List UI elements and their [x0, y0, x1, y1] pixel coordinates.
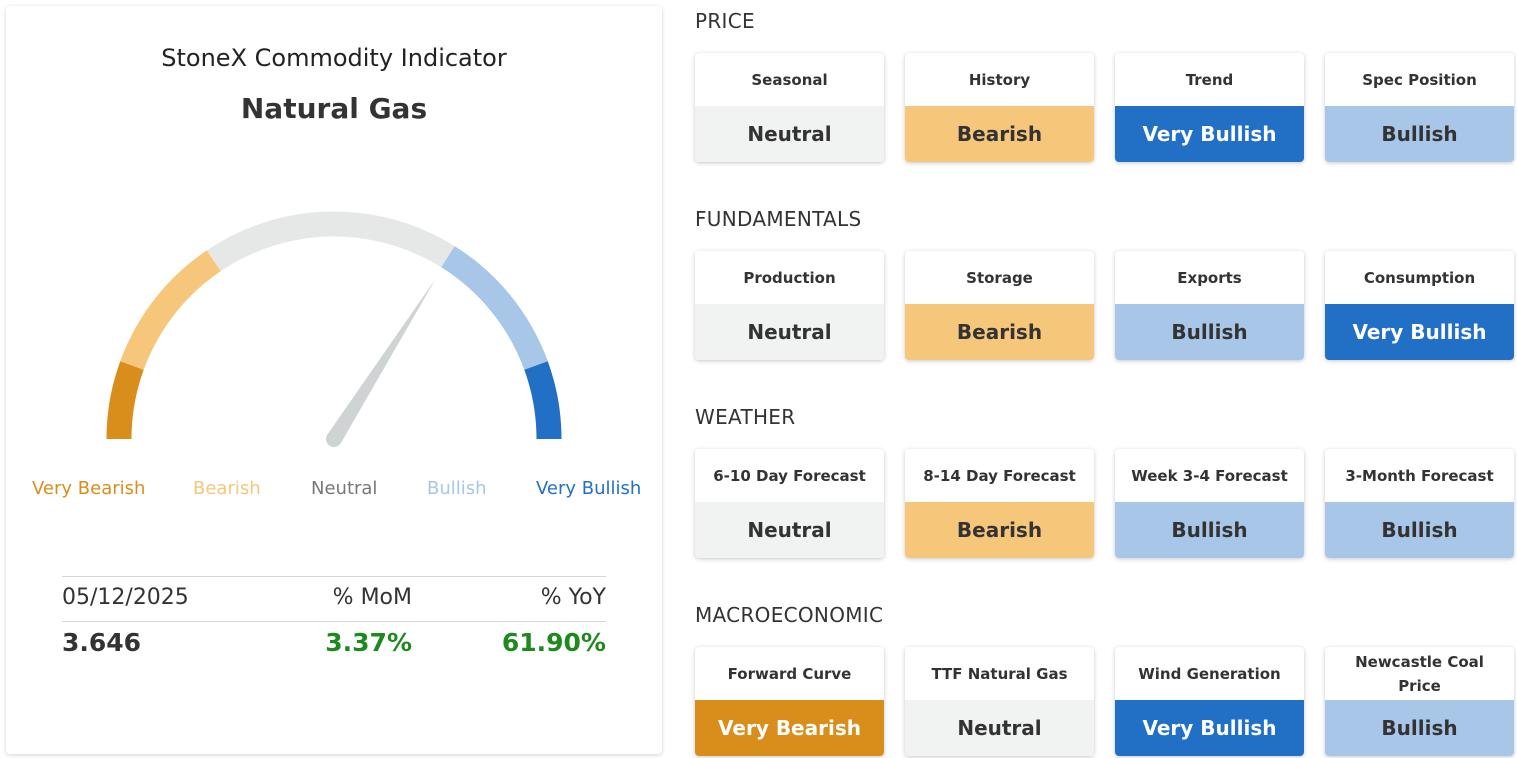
- card-label: Exports: [1177, 268, 1242, 287]
- card-label: Seasonal: [751, 70, 828, 89]
- gauge-arc-very-bearish: [106, 361, 144, 440]
- card-status: Bearish: [905, 502, 1094, 558]
- gauge-needle-hub: [326, 431, 342, 447]
- card-status: Bullish: [1325, 502, 1514, 558]
- stats-yoy-value: 61.90%: [501, 628, 606, 657]
- gauge-label-neutral: Neutral: [311, 478, 378, 499]
- card-status: Bullish: [1325, 700, 1514, 756]
- indicator-card-production[interactable]: Production Neutral: [695, 251, 884, 360]
- price-stats: 05/12/2025 % MoM % YoY 3.646 3.37% 61.90…: [62, 576, 606, 666]
- section-title-macroeconomic: MACROECONOMIC: [695, 603, 884, 627]
- card-label: Forward Curve: [727, 664, 852, 683]
- stats-mom-value: 3.37%: [325, 628, 412, 657]
- card-label: 6-10 Day Forecast: [713, 466, 866, 485]
- card-label: 8-14 Day Forecast: [923, 466, 1076, 485]
- stats-yoy-label: % YoY: [540, 585, 606, 610]
- card-status: Bearish: [905, 304, 1094, 360]
- card-status: Neutral: [695, 106, 884, 162]
- card-status: Very Bullish: [1115, 106, 1304, 162]
- card-label: Newcastle Coal Price: [1355, 652, 1484, 695]
- stats-values-row: 3.646 3.37% 61.90%: [62, 622, 606, 666]
- indicator-panel: StoneX Commodity Indicator Natural Gas V…: [6, 6, 662, 754]
- card-label: Production: [743, 268, 836, 287]
- card-status: Bullish: [1115, 304, 1304, 360]
- card-status: Very Bearish: [695, 700, 884, 756]
- indicator-card-8-14-day-forecast[interactable]: 8-14 Day Forecast Bearish: [905, 449, 1094, 558]
- section-title-weather: WEATHER: [695, 405, 796, 429]
- indicator-card-ttf-natural-gas[interactable]: TTF Natural Gas Neutral: [905, 647, 1094, 756]
- indicator-card-storage[interactable]: Storage Bearish: [905, 251, 1094, 360]
- indicator-card-6-10-day-forecast[interactable]: 6-10 Day Forecast Neutral: [695, 449, 884, 558]
- indicator-card-seasonal[interactable]: Seasonal Neutral: [695, 53, 884, 162]
- card-label: Wind Generation: [1138, 664, 1281, 683]
- card-status: Bullish: [1325, 106, 1514, 162]
- gauge-arc-very-bullish: [524, 361, 562, 440]
- card-status: Bearish: [905, 106, 1094, 162]
- card-status: Neutral: [695, 502, 884, 558]
- indicator-card-newcastle-coal-price[interactable]: Newcastle Coal Price Bullish: [1325, 647, 1514, 756]
- card-status: Neutral: [905, 700, 1094, 756]
- card-label: Spec Position: [1362, 70, 1477, 89]
- card-status: Very Bullish: [1115, 700, 1304, 756]
- section-title-price: PRICE: [695, 9, 755, 33]
- gauge-needle: [326, 278, 436, 447]
- indicator-card-spec-position[interactable]: Spec Position Bullish: [1325, 53, 1514, 162]
- gauge-needle-pointer: [327, 278, 436, 444]
- gauge-label-very-bearish: Very Bearish: [32, 478, 146, 499]
- card-label: Week 3-4 Forecast: [1131, 466, 1288, 485]
- indicator-card-wind-generation[interactable]: Wind Generation Very Bullish: [1115, 647, 1304, 756]
- gauge-label-very-bullish: Very Bullish: [536, 478, 642, 499]
- card-label: Storage: [966, 268, 1033, 287]
- indicator-card-exports[interactable]: Exports Bullish: [1115, 251, 1304, 360]
- stats-mom-label: % MoM: [332, 585, 412, 610]
- stats-header-row: 05/12/2025 % MoM % YoY: [62, 577, 606, 621]
- card-status: Very Bullish: [1325, 304, 1514, 360]
- gauge-arc-neutral: [206, 211, 455, 272]
- card-label: TTF Natural Gas: [931, 664, 1068, 683]
- indicator-card-history[interactable]: History Bearish: [905, 53, 1094, 162]
- card-label: Consumption: [1363, 268, 1476, 287]
- indicator-card-3-month-forecast[interactable]: 3-Month Forecast Bullish: [1325, 449, 1514, 558]
- gauge-label-bearish: Bearish: [193, 478, 261, 499]
- indicator-card-forward-curve[interactable]: Forward Curve Very Bearish: [695, 647, 884, 756]
- card-status: Bullish: [1115, 502, 1304, 558]
- gauge-arcs: [106, 211, 562, 440]
- indicator-card-trend[interactable]: Trend Very Bullish: [1115, 53, 1304, 162]
- gauge-label-bullish: Bullish: [427, 478, 487, 499]
- gauge-arc-bearish: [120, 250, 221, 370]
- section-title-fundamentals: FUNDAMENTALS: [695, 207, 862, 231]
- indicator-card-consumption[interactable]: Consumption Very Bullish: [1325, 251, 1514, 360]
- card-status: Neutral: [695, 304, 884, 360]
- card-label: History: [968, 70, 1031, 89]
- card-label: Trend: [1185, 70, 1234, 89]
- indicator-card-week-3-4-forecast[interactable]: Week 3-4 Forecast Bullish: [1115, 449, 1304, 558]
- gauge-arc-bullish: [441, 246, 548, 370]
- card-label: 3-Month Forecast: [1345, 466, 1494, 485]
